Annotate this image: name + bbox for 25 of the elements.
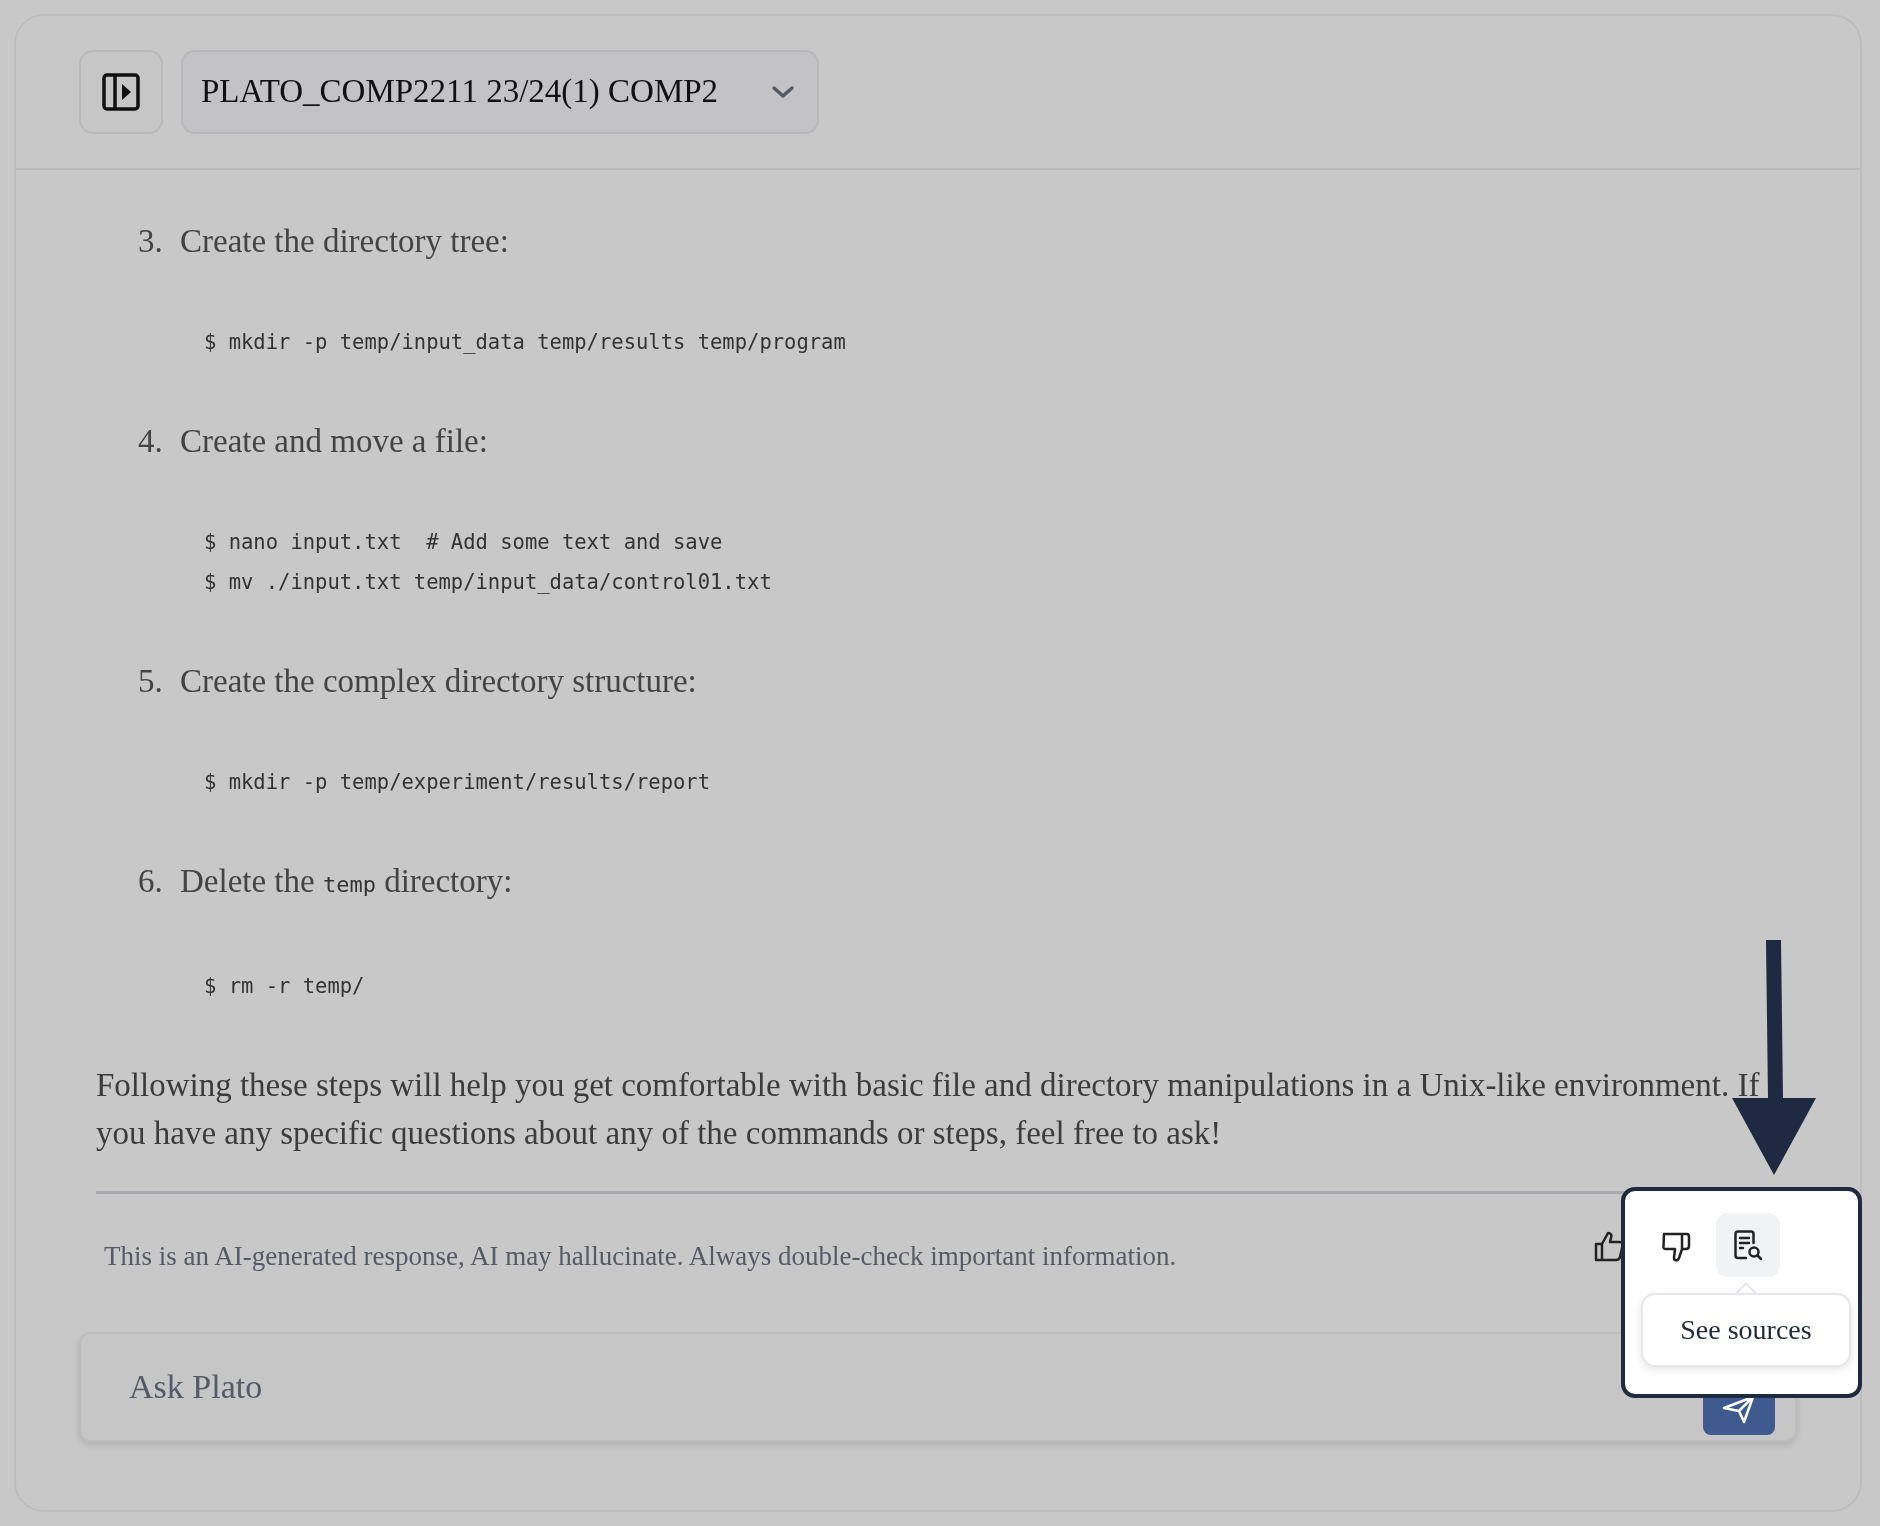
step-number: 3. <box>138 222 164 261</box>
sources-button[interactable] <box>1716 1213 1780 1277</box>
step-text: Delete the temp directory: <box>180 862 513 901</box>
code-line: $ rm -r temp/ <box>204 973 365 1000</box>
sidebar-icon <box>102 73 140 111</box>
step-text: Create the complex directory structure: <box>180 662 697 701</box>
step-number: 5. <box>138 662 164 701</box>
thumbs-up-icon <box>1594 1230 1624 1262</box>
course-dropdown[interactable]: PLATO_COMP2211 23/24(1) COMP2 <box>181 50 819 134</box>
step-text: Create the directory tree: <box>180 222 509 261</box>
code-line: $ mv ./input.txt temp/input_data/control01.txt <box>204 569 772 596</box>
chevron-down-icon <box>771 84 795 100</box>
document-search-icon <box>1733 1229 1763 1261</box>
conclusion-paragraph: Following these steps will help you get comfortable with basic file and directory manipulations in a Unix-like environment. If you have any specific questions about any of the commands or steps, feel free to ask! <box>96 1066 1761 1153</box>
tooltip: See sources <box>1641 1293 1851 1367</box>
step-number: 4. <box>138 422 164 461</box>
step-text: Create and move a file: <box>180 422 488 461</box>
step-number: 6. <box>138 862 164 901</box>
code-line: $ mkdir -p temp/input_data temp/results temp/program <box>204 329 846 356</box>
code-line: $ nano input.txt # Add some text and save <box>204 529 723 556</box>
disclaimer-text: This is an AI-generated response, AI may hallucinate. Always double-check important information. <box>104 1239 1177 1273</box>
code-line: $ mkdir -p temp/experiment/results/report <box>204 769 711 796</box>
sidebar-toggle-button[interactable] <box>79 50 163 134</box>
thumbs-down-icon <box>1661 1231 1691 1263</box>
course-title: PLATO_COMP2211 23/24(1) COMP2 <box>201 72 719 112</box>
